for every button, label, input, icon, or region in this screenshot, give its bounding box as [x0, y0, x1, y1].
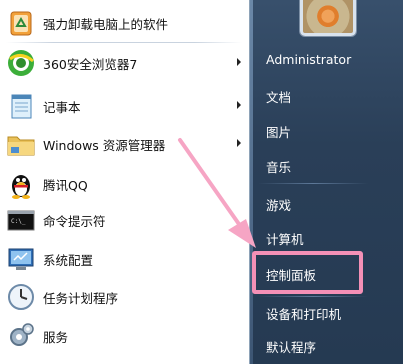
submenu-arrow-icon[interactable]: [237, 139, 241, 147]
program-item-cmd[interactable]: C:\_ 命令提示符: [5, 203, 245, 237]
highlight-box: [252, 251, 363, 294]
qq-penguin-icon: [5, 168, 37, 200]
user-account-link[interactable]: Administrator: [266, 52, 351, 67]
default-programs-link[interactable]: 默认程序: [266, 337, 316, 356]
computer-link[interactable]: 计算机: [266, 229, 304, 248]
documents-link[interactable]: 文档: [266, 87, 291, 106]
devices-printers-link[interactable]: 设备和打印机: [266, 304, 341, 323]
program-item-services[interactable]: 服务: [5, 319, 245, 353]
360-browser-icon: [5, 47, 37, 79]
program-item-windows-explorer[interactable]: Windows 资源管理器: [5, 127, 245, 161]
music-link[interactable]: 音乐: [266, 157, 291, 176]
program-label: 命令提示符: [43, 213, 106, 229]
program-label: 360安全浏览器7: [43, 56, 138, 72]
program-label: Windows 资源管理器: [43, 137, 166, 153]
program-item-task-scheduler[interactable]: 任务计划程序: [5, 280, 245, 314]
pictures-link[interactable]: 图片: [266, 122, 291, 141]
notepad-icon: [5, 90, 37, 122]
uninstall-recycle-icon: [5, 7, 37, 39]
command-prompt-icon: C:\_: [5, 204, 37, 236]
submenu-arrow-icon[interactable]: [237, 58, 241, 66]
program-label: 记事本: [43, 99, 81, 115]
program-label: 系统配置: [43, 252, 94, 268]
submenu-arrow-icon[interactable]: [237, 101, 241, 109]
user-avatar[interactable]: [300, 0, 356, 36]
svg-text:C:\_: C:\_: [11, 218, 26, 225]
services-gear-icon: [5, 320, 37, 352]
program-item-qq[interactable]: 腾讯QQ: [5, 167, 245, 201]
program-label: 服务: [43, 329, 69, 345]
program-item-msconfig[interactable]: 系统配置: [5, 242, 245, 276]
programs-pane: 强力卸载电脑上的软件 360安全浏览器7 记事本 Windows 资源管理器 腾…: [0, 0, 250, 364]
folder-explorer-icon: [5, 128, 37, 160]
games-link[interactable]: 游戏: [266, 195, 291, 214]
program-item-notepad[interactable]: 记事本: [5, 89, 245, 123]
program-item-uninstaller[interactable]: 强力卸载电脑上的软件: [5, 6, 245, 40]
divider: [6, 42, 242, 43]
divider: [258, 183, 368, 184]
program-label: 强力卸载电脑上的软件: [43, 16, 169, 32]
program-item-360-browser[interactable]: 360安全浏览器7: [5, 46, 245, 80]
divider: [258, 296, 368, 297]
program-label: 腾讯QQ: [43, 177, 88, 193]
program-label: 任务计划程序: [43, 290, 119, 306]
task-scheduler-clock-icon: [5, 281, 37, 313]
system-config-icon: [5, 243, 37, 275]
